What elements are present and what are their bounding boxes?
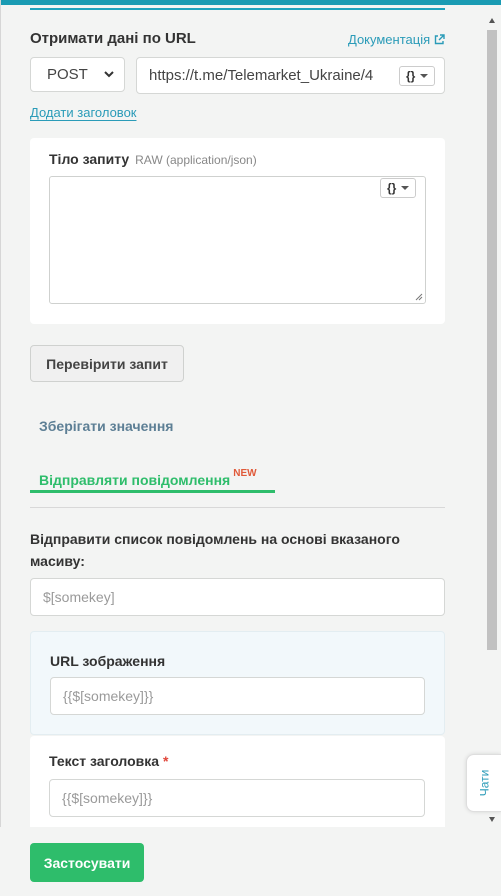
new-badge: NEW	[233, 468, 257, 479]
caret-down-icon	[420, 74, 429, 78]
tab-send-messages-label: Відправляти повідомлення	[39, 472, 231, 488]
documentation-link[interactable]: Документація	[348, 32, 445, 47]
check-request-button[interactable]: Перевірити запит	[30, 345, 184, 382]
image-url-placeholder: {{$[somekey]}}	[63, 688, 154, 704]
active-tab-indicator	[30, 490, 275, 493]
scrollbar-thumb[interactable]	[487, 30, 497, 650]
heading-input[interactable]: {{$[somekey]}}	[49, 779, 425, 817]
caret-down-icon	[401, 186, 410, 190]
add-header-link[interactable]: Додати заголовок	[30, 105, 136, 120]
request-body-heading: Тіло запиту RAW (application/json)	[49, 151, 257, 167]
url-variable-button[interactable]: {}	[399, 66, 436, 86]
method-value: POST	[47, 66, 88, 83]
section-divider	[30, 8, 445, 10]
messages-description: Відправити список повідомлень на основі …	[30, 531, 400, 569]
method-select[interactable]: POST	[30, 57, 125, 92]
chevron-down-icon	[104, 71, 114, 78]
heading-label-wrap: Текст заголовка *	[49, 753, 168, 769]
braces-icon: {}	[387, 181, 397, 195]
tab-save-values[interactable]: Зберігати значення	[39, 418, 173, 434]
body-variable-button[interactable]: {}	[380, 178, 417, 198]
url-value: https://t.me/Telemarket_Ukraine/4	[149, 67, 374, 84]
request-body-textarea[interactable]	[49, 176, 426, 304]
scroll-down-icon[interactable]	[489, 817, 495, 822]
apply-button[interactable]: Застосувати	[30, 843, 144, 882]
image-url-input[interactable]: {{$[somekey]}}	[50, 677, 425, 715]
chats-tab-label: Чати	[476, 769, 491, 797]
image-url-label: URL зображення	[50, 653, 166, 669]
request-title: Отримати дані по URL	[30, 30, 196, 47]
top-accent-bar	[0, 0, 501, 5]
array-key-input[interactable]: $[somekey]	[30, 578, 445, 616]
external-link-icon	[434, 34, 445, 45]
request-body-title: Тіло запиту	[49, 151, 130, 167]
request-body-format: RAW (application/json)	[135, 153, 257, 167]
heading-label: Текст заголовка	[49, 753, 160, 769]
resize-handle-icon[interactable]	[415, 293, 423, 301]
chats-tab[interactable]: Чати	[466, 754, 501, 812]
tabs-divider	[30, 507, 445, 508]
braces-icon: {}	[406, 69, 416, 83]
heading-placeholder: {{$[somekey]}}	[62, 790, 153, 806]
panel-left-border	[0, 0, 1, 896]
required-mark: *	[162, 753, 169, 769]
scroll-up-icon[interactable]	[489, 18, 495, 23]
documentation-label: Документація	[348, 32, 431, 47]
tab-send-messages[interactable]: Відправляти повідомлення NEW	[39, 468, 257, 488]
array-key-placeholder: $[somekey]	[43, 589, 115, 605]
